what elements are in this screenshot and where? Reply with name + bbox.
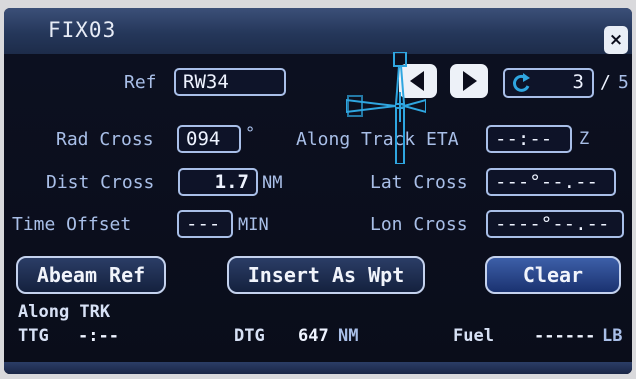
dist-cross-label: Dist Cross xyxy=(46,172,155,193)
lon-cross-field[interactable]: ----°--.-- xyxy=(486,210,624,238)
along-track-eta-label: Along Track ETA xyxy=(296,129,459,150)
rad-cross-unit: ° xyxy=(245,124,256,144)
ref-field[interactable]: RW34 xyxy=(174,68,286,96)
ttg-label: TTG xyxy=(18,326,49,346)
arrow-right-icon xyxy=(463,71,477,91)
fuel-value: ------ xyxy=(534,326,596,346)
rad-cross-label: Rad Cross xyxy=(56,129,154,150)
prev-button[interactable] xyxy=(399,64,437,98)
along-track-eta-field[interactable]: --:-- xyxy=(486,125,572,153)
refresh-icon xyxy=(513,73,530,92)
page-total: 5 xyxy=(618,72,629,93)
dtg-value: 647 xyxy=(298,326,329,346)
insert-as-wpt-button[interactable]: Insert As Wpt xyxy=(227,256,425,294)
arrow-left-icon xyxy=(410,71,424,91)
ref-label: Ref xyxy=(124,72,157,93)
abeam-ref-button[interactable]: Abeam Ref xyxy=(16,256,166,294)
lat-cross-label: Lat Cross xyxy=(370,172,468,193)
rad-cross-field[interactable]: 094 xyxy=(177,125,241,153)
next-button[interactable] xyxy=(450,64,488,98)
time-offset-unit: MIN xyxy=(238,215,269,235)
title-bar: FIX03 × xyxy=(4,8,632,56)
time-offset-label: Time Offset xyxy=(12,214,132,235)
dtg-unit: NM xyxy=(338,326,359,346)
dist-cross-field[interactable]: 1.7 xyxy=(178,168,258,196)
lat-cross-field[interactable]: ---°--.-- xyxy=(486,168,616,196)
page-stepper[interactable]: 3 xyxy=(503,68,594,98)
lon-cross-label: Lon Cross xyxy=(370,214,468,235)
window-title: FIX03 xyxy=(48,18,117,42)
window-body: Ref RW34 3 / 5 Rad Cross 094 ° Along Tra… xyxy=(4,54,632,374)
close-button[interactable]: × xyxy=(604,26,628,54)
fuel-label: Fuel xyxy=(453,326,494,346)
footer-bar xyxy=(4,362,632,374)
dtg-label: DTG xyxy=(234,326,265,346)
ttg-value: -:-- xyxy=(78,326,119,346)
time-offset-field[interactable]: --- xyxy=(177,210,233,238)
dist-cross-unit: NM xyxy=(262,173,283,193)
along-track-eta-unit: Z xyxy=(579,129,590,149)
close-icon: × xyxy=(608,30,624,50)
clear-button[interactable]: Clear xyxy=(485,256,621,294)
page-current: 3 xyxy=(572,71,584,93)
page-separator: / xyxy=(600,72,611,93)
fuel-unit: LB xyxy=(602,326,623,346)
fix-window: FIX03 × Ref RW34 3 / 5 Rad Cross 094 ° A… xyxy=(4,8,632,374)
along-trk-title: Along TRK xyxy=(18,302,111,322)
